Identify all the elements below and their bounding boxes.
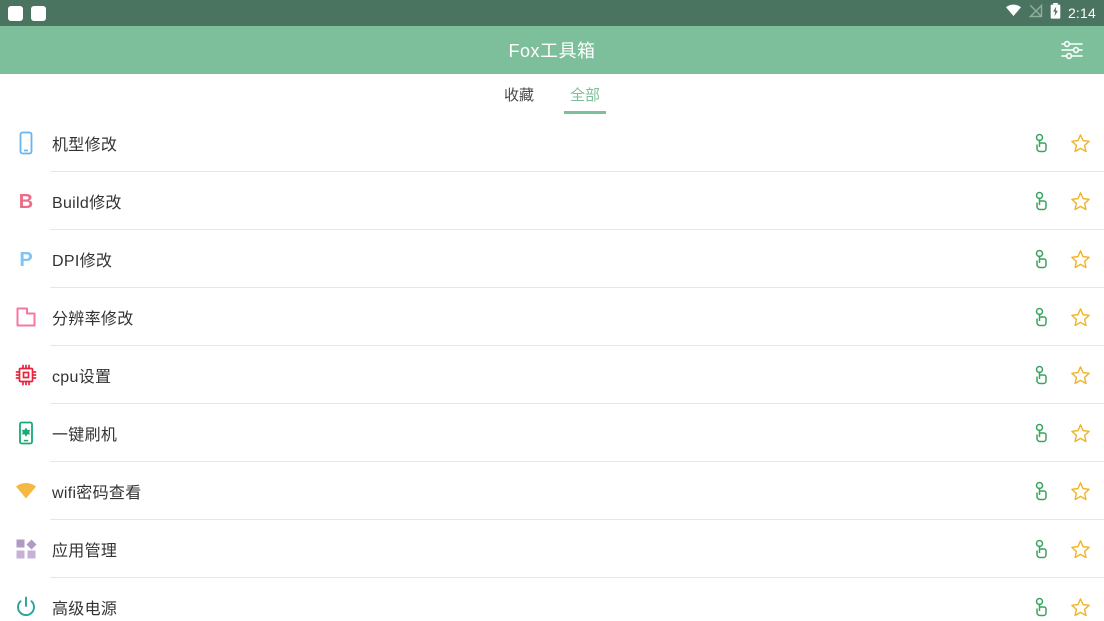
- list-item-label: 高级电源: [52, 601, 118, 618]
- list-item-label: cpu设置: [52, 369, 112, 386]
- apps-grid-icon: [12, 535, 40, 563]
- status-bar: 2:14: [0, 0, 1104, 26]
- tab-bar: 收藏 全部: [0, 74, 1104, 114]
- list-item-actions: [1030, 189, 1092, 213]
- list-item-label: wifi密码查看: [52, 485, 142, 502]
- app-bar: Fox工具箱: [0, 26, 1104, 74]
- tab-all[interactable]: 全部: [564, 74, 607, 114]
- star-outline-icon[interactable]: [1068, 537, 1092, 561]
- list-item[interactable]: wifi密码查看: [0, 462, 1104, 520]
- list-item-actions: [1030, 131, 1092, 155]
- tap-hand-icon[interactable]: [1030, 305, 1054, 329]
- list-item-label: 一键刷机: [52, 427, 118, 444]
- tool-list: 机型修改 B Build修改 P DPI修改 分辨率修改 cpu设置 一键刷机 …: [0, 114, 1104, 621]
- list-item-actions: [1030, 537, 1092, 561]
- list-item-label: 应用管理: [52, 543, 118, 560]
- list-item[interactable]: B Build修改: [0, 172, 1104, 230]
- star-outline-icon[interactable]: [1068, 305, 1092, 329]
- white-square-icon: [8, 5, 23, 21]
- list-item-label: DPI修改: [52, 253, 113, 270]
- list-item-label: 分辨率修改: [52, 311, 134, 328]
- signal-off-icon: [1028, 3, 1043, 23]
- clock-time: 2:14: [1067, 5, 1096, 21]
- star-outline-icon[interactable]: [1068, 421, 1092, 445]
- white-square-icon: [31, 5, 46, 21]
- star-outline-icon[interactable]: [1068, 479, 1092, 503]
- svg-text:B: B: [19, 191, 33, 213]
- list-item-actions: [1030, 421, 1092, 445]
- tap-hand-icon[interactable]: [1030, 537, 1054, 561]
- power-icon: [12, 593, 40, 621]
- tap-hand-icon[interactable]: [1030, 189, 1054, 213]
- list-item[interactable]: 一键刷机: [0, 404, 1104, 462]
- star-outline-icon[interactable]: [1068, 131, 1092, 155]
- list-item[interactable]: cpu设置: [0, 346, 1104, 404]
- tap-hand-icon[interactable]: [1030, 479, 1054, 503]
- list-item-label: Build修改: [52, 195, 122, 212]
- tap-hand-icon[interactable]: [1030, 421, 1054, 445]
- tap-hand-icon[interactable]: [1030, 363, 1054, 387]
- letter-b-icon: B: [12, 187, 40, 215]
- star-outline-icon[interactable]: [1068, 363, 1092, 387]
- status-bar-left-icons: [8, 5, 46, 21]
- tab-favorites[interactable]: 收藏: [498, 74, 540, 114]
- svg-text:P: P: [19, 249, 32, 271]
- battery-charging-icon: [1050, 2, 1061, 24]
- flash-phone-icon: [12, 419, 40, 447]
- list-item[interactable]: 分辨率修改: [0, 288, 1104, 346]
- star-outline-icon[interactable]: [1068, 595, 1092, 619]
- list-item[interactable]: 高级电源: [0, 578, 1104, 621]
- list-item-actions: [1030, 305, 1092, 329]
- phone-icon: [12, 129, 40, 157]
- list-item-actions: [1030, 479, 1092, 503]
- list-item-label: 机型修改: [52, 137, 118, 154]
- list-item[interactable]: 机型修改: [0, 114, 1104, 172]
- tap-hand-icon[interactable]: [1030, 247, 1054, 271]
- tap-hand-icon[interactable]: [1030, 131, 1054, 155]
- list-item[interactable]: 应用管理: [0, 520, 1104, 578]
- star-outline-icon[interactable]: [1068, 247, 1092, 271]
- app-title: Fox工具箱: [508, 41, 596, 61]
- list-item-actions: [1030, 595, 1092, 619]
- crop-frame-icon: [12, 303, 40, 331]
- wifi-icon: [1005, 4, 1022, 22]
- list-item[interactable]: P DPI修改: [0, 230, 1104, 288]
- status-bar-right-icons: 2:14: [1005, 2, 1096, 24]
- settings-sliders-icon[interactable]: [1052, 30, 1092, 70]
- letter-p-icon: P: [12, 245, 40, 273]
- list-item-actions: [1030, 247, 1092, 271]
- wifi-fan-icon: [12, 477, 40, 505]
- star-outline-icon[interactable]: [1068, 189, 1092, 213]
- cpu-chip-icon: [12, 361, 40, 389]
- tap-hand-icon[interactable]: [1030, 595, 1054, 619]
- list-item-actions: [1030, 363, 1092, 387]
